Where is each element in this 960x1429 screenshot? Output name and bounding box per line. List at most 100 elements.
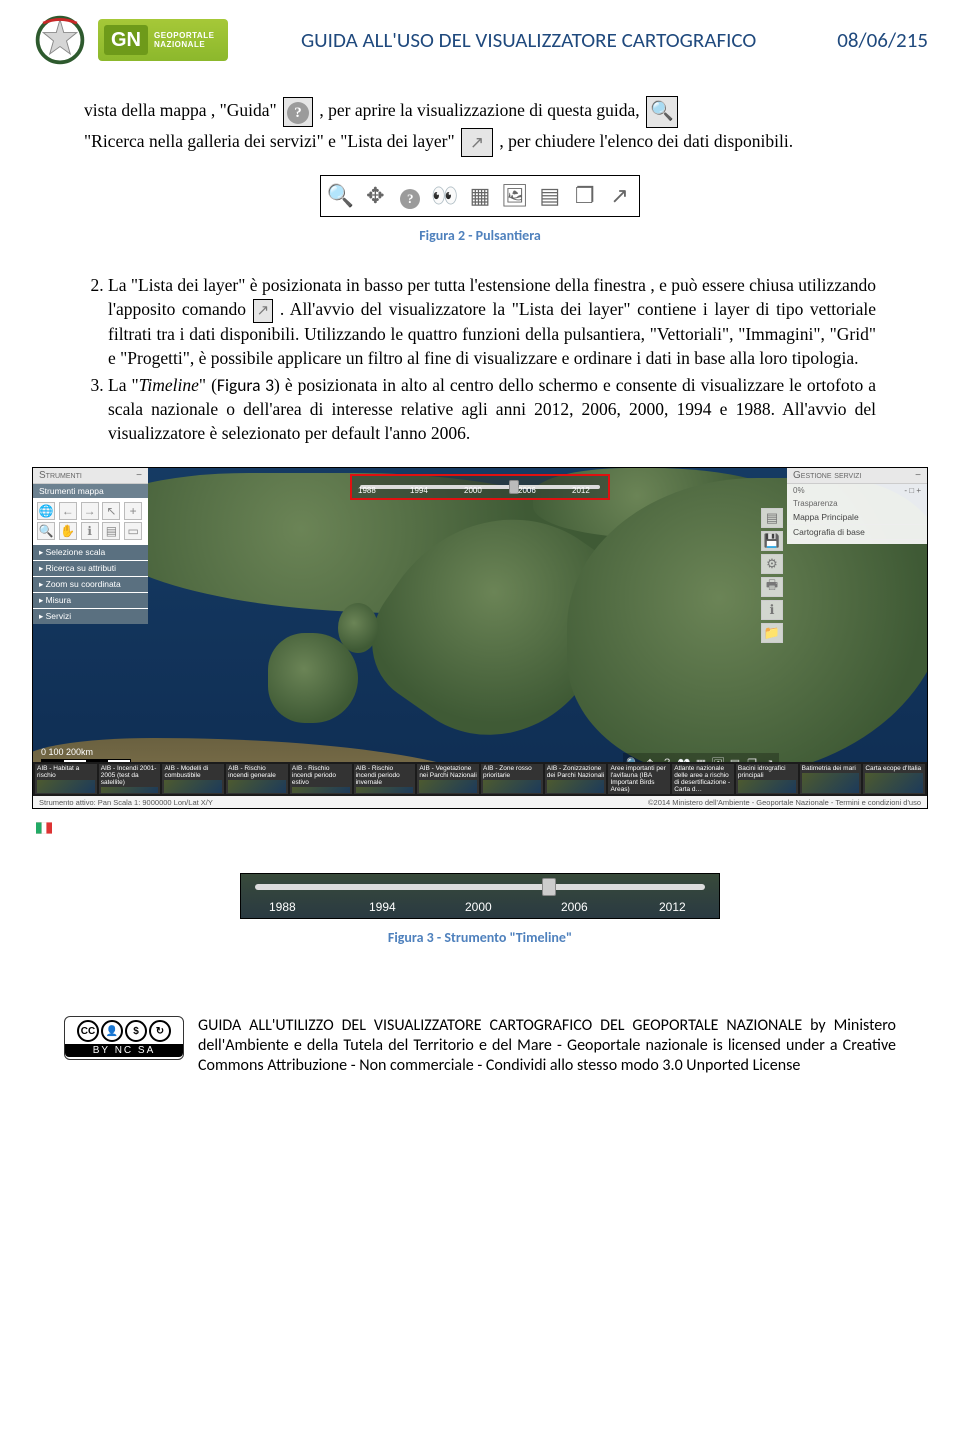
save-icon[interactable]: 💾	[761, 531, 783, 551]
gn-logo: GN GEOPORTALE NAZIONALE	[98, 19, 228, 61]
timeline-year: 2006	[518, 486, 536, 495]
map-land	[338, 603, 378, 653]
timeline-detail-figure: 1988 1994 2000 2006 2012	[240, 873, 720, 919]
flag-icon	[36, 822, 52, 834]
cc-nc-icon: $	[125, 1020, 147, 1042]
binoculars-icon: 👀	[428, 183, 463, 209]
figure-2-caption: Figura 2 - Pulsantiera	[32, 227, 928, 244]
gn-badge-label: GN	[104, 25, 148, 55]
info-icon[interactable]: ℹ	[761, 600, 783, 620]
rp-item[interactable]: Mappa Principale	[787, 510, 927, 525]
footer-text: GUIDA ALL'UTILIZZO DEL VISUALIZZATORE CA…	[198, 1016, 896, 1076]
layer-thumb[interactable]: Atlante nazionale delle aree a rischio d…	[672, 764, 734, 794]
cc-labels: BY NC SA	[65, 1044, 183, 1057]
gs-header: Gestione servizi −	[787, 468, 927, 484]
list-item-3: La "Timeline" (Figura 3) è posizionata i…	[108, 374, 876, 445]
print-icon[interactable]: 🖶	[761, 577, 783, 597]
panel-item[interactable]: Misura	[33, 592, 148, 608]
hand-icon[interactable]: ✋	[59, 522, 77, 540]
li3-timeline-word: Timeline	[139, 375, 199, 395]
layer-thumb[interactable]: AIB - Vegetazione nei Parchi Nazionali	[417, 764, 479, 794]
timeline-year: 1988	[269, 900, 296, 914]
status-bar: Strumento attivo: Pan Scala 1: 9000000 L…	[33, 796, 927, 808]
gn-badge-sub1: GEOPORTALE	[154, 31, 214, 40]
layer-thumb[interactable]: Batimetria dei mari	[800, 764, 862, 794]
layer-thumb[interactable]: AIB - Habitat a rischio	[35, 764, 97, 794]
gn-badge-sub2: NAZIONALE	[154, 40, 214, 49]
timeline-overlay[interactable]: 1988 1994 2000 2006 2012	[350, 474, 610, 500]
panel-item[interactable]: Selezione scala	[33, 544, 148, 560]
folder-icon[interactable]: 📁	[761, 623, 783, 643]
italy-emblem-icon	[32, 12, 88, 68]
timeline-year: 2012	[659, 900, 686, 914]
zoom-area-icon[interactable]: 🔍	[37, 522, 55, 540]
page-date: 08/06/215	[837, 27, 928, 53]
layer-thumb[interactable]: AIB - Incendi 2001-2005 (test da satelli…	[99, 764, 161, 794]
fit-extent-icon: ✥	[358, 183, 393, 209]
layer-thumb[interactable]: Carta ecope d'Italia	[863, 764, 925, 794]
list-item-2: La "Lista dei layer" è posizionata in ba…	[108, 274, 876, 370]
figure-3-caption: Figura 3 - Strumento "Timeline"	[32, 929, 928, 946]
timeline-year: 1988	[358, 486, 376, 495]
layer-thumb[interactable]: AIB - Rischio incendi periodo invernale	[354, 764, 416, 794]
status-left: Strumento attivo: Pan Scala 1: 9000000 L…	[39, 798, 213, 807]
paragraph-1: vista della mappa , "Guida" ? , per apri…	[84, 96, 876, 157]
help-icon: ?	[393, 183, 428, 209]
globe-icon[interactable]: 🌐	[37, 502, 55, 520]
gs-header-label: Gestione servizi	[793, 470, 861, 481]
grid-icon: ▤	[532, 183, 567, 209]
info-icon[interactable]: ℹ	[81, 522, 99, 540]
para1-seg1: vista della mappa , "Guida"	[84, 100, 281, 120]
layer-thumb[interactable]: Aree importanti per l'avifauna (IBA Impo…	[608, 764, 670, 794]
page-footer: CC 👤 $ ↻ BY NC SA GUIDA ALL'UTILIZZO DEL…	[64, 1016, 896, 1076]
cc-sa-icon: ↻	[149, 1020, 171, 1042]
binoculars-icon: 🔍	[646, 96, 678, 128]
arrow-forward-icon[interactable]: →	[81, 502, 99, 520]
tool-icon-grid: 🌐 ← → ↖ + 🔍 ✋ ℹ ▤ ▭	[33, 498, 148, 544]
layer-thumbnail-strip[interactable]: AIB - Habitat a rischio AIB - Incendi 20…	[33, 762, 927, 796]
cc-icon: CC	[77, 1020, 99, 1042]
close-list-icon: ↗	[602, 183, 637, 209]
layer-thumb[interactable]: AIB - Zone rosso prioritarie	[481, 764, 543, 794]
layer-thumb[interactable]: AIB - Rischio incendi generale	[226, 764, 288, 794]
arrow-back-icon[interactable]: ←	[59, 502, 77, 520]
timeline-year: 2000	[464, 486, 482, 495]
cc-by-icon: 👤	[101, 1020, 123, 1042]
layer-thumb[interactable]: AIB - Rischio incendi periodo estivo	[290, 764, 352, 794]
layers-icon[interactable]: ▤	[102, 522, 120, 540]
strumenti-header-label: Strumenti	[39, 470, 82, 481]
numbered-list: La "Lista dei layer" è posizionata in ba…	[84, 274, 876, 445]
panel-item[interactable]: Servizi	[33, 608, 148, 624]
gear-icon[interactable]: ⚙	[761, 554, 783, 574]
minimize-icon[interactable]: −	[136, 470, 142, 481]
layer-thumb[interactable]: AIB - Modelli di combustibile	[162, 764, 224, 794]
zoom-in-icon[interactable]: +	[124, 502, 142, 520]
gestione-servizi-panel: Gestione servizi − 0% - □ + Trasparenza …	[787, 468, 927, 544]
close-panel-small-icon: ↗	[253, 299, 274, 323]
status-right: ©2014 Ministero dell'Ambiente - Geoporta…	[648, 798, 921, 807]
figura-3-reference: Figura 3	[217, 374, 274, 396]
page-title: GUIDA ALL'USO DEL VISUALIZZATORE CARTOGR…	[238, 21, 819, 59]
li3-seg1: La	[108, 375, 131, 395]
layer-thumb[interactable]: AIB - Zonizzazione dei Parchi Nazionali	[545, 764, 607, 794]
legend-icon[interactable]: ▤	[761, 508, 783, 528]
right-side-icons: ▤ 💾 ⚙ 🖶 ℹ 📁	[761, 508, 783, 643]
minimize-icon[interactable]: −	[915, 470, 921, 481]
question-icon: ?	[283, 97, 313, 127]
select-icon[interactable]: ▭	[124, 522, 142, 540]
timeline-year: 2012	[572, 486, 590, 495]
strumenti-panel: Strumenti − Strumenti mappa 🌐 ← → ↖ + 🔍 …	[33, 468, 148, 624]
map-screenshot-figure: Strumenti − Strumenti mappa 🌐 ← → ↖ + 🔍 …	[32, 467, 928, 809]
timeline-year: 1994	[369, 900, 396, 914]
panel-item[interactable]: Zoom su coordinata	[33, 576, 148, 592]
trasparenza-sym[interactable]: - □ +	[904, 486, 921, 495]
rp-item[interactable]: Cartografia di base	[787, 525, 927, 540]
trasparenza-left: 0%	[793, 486, 805, 495]
panel-item[interactable]: Ricerca su attributi	[33, 560, 148, 576]
para1-seg4: , per chiudere l'elenco dei dati disponi…	[499, 130, 793, 150]
strumenti-panel-header: Strumenti −	[33, 468, 148, 484]
pointer-icon[interactable]: ↖	[102, 502, 120, 520]
para1-seg3: "Ricerca nella galleria dei servizi" e "…	[84, 130, 459, 150]
layer-thumb[interactable]: Bacini idrografici principali	[736, 764, 798, 794]
projects-icon: ❐	[567, 183, 602, 209]
